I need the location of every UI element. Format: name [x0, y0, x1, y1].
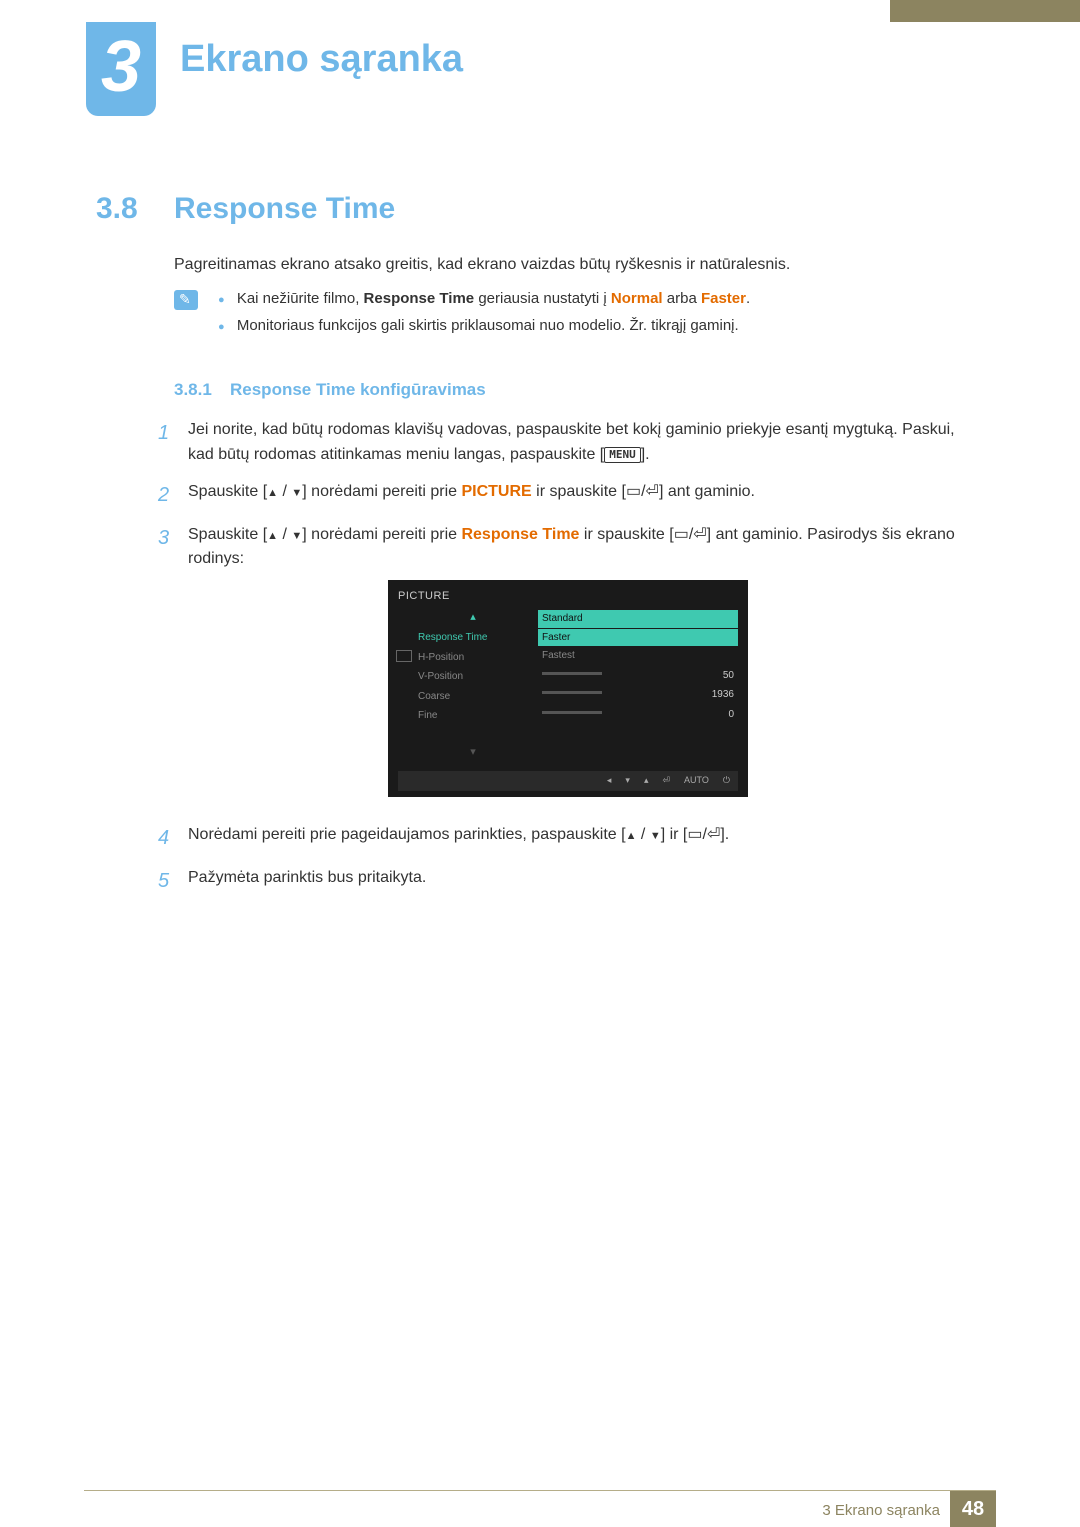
- step-text: ir spauskite [: [532, 483, 626, 500]
- subsection-number: 3.8.1: [174, 380, 212, 400]
- step-number: 3: [158, 523, 188, 811]
- up-icon: ▲: [267, 530, 278, 542]
- osd-option-selected: Faster: [538, 629, 738, 647]
- osd-title: PICTURE: [398, 588, 738, 605]
- osd-value: 1936: [712, 687, 734, 703]
- osd-menu-item: Fine: [418, 708, 528, 724]
- step-highlight: PICTURE: [461, 483, 531, 500]
- note-text: Kai nežiūrite filmo,: [237, 290, 364, 307]
- step-text: ir spauskite [: [579, 526, 673, 543]
- step-text: Jei norite, kad būtų rodomas klavišų vad…: [188, 421, 955, 463]
- select-enter-icon: ▭/⏎: [674, 526, 707, 543]
- step-item: 2 Spauskite [▲ / ▼] norėdami pereiti pri…: [158, 480, 978, 511]
- osd-nav-icon: ▴: [644, 774, 649, 788]
- steps-list: 1 Jei norite, kad būtų rodomas klavišų v…: [158, 418, 978, 909]
- osd-value-row: 0: [538, 705, 738, 725]
- select-enter-icon: ▭/⏎: [687, 826, 720, 843]
- step-item: 4 Norėdami pereiti prie pageidaujamos pa…: [158, 823, 978, 854]
- step-text: Spauskite [: [188, 483, 267, 500]
- up-icon: ▲: [626, 830, 637, 842]
- osd-menu-right: Standard Faster Fastest 50 1936 0: [528, 609, 738, 761]
- step-text: ].: [720, 826, 729, 843]
- note-text: .: [746, 290, 750, 307]
- osd-nav-icon: ⏎: [662, 774, 670, 788]
- step-text: ] norėdami pereiti prie: [302, 483, 461, 500]
- osd-option: Fastest: [538, 647, 738, 665]
- chapter-title: Ekrano sąranka: [180, 38, 463, 81]
- step-text: Norėdami pereiti prie pageidaujamos pari…: [188, 826, 626, 843]
- note-icon: [174, 290, 198, 310]
- note-text: arba: [663, 290, 701, 307]
- page-footer: 3 Ekrano sąranka 48: [0, 1491, 1080, 1527]
- osd-option: Standard: [538, 610, 738, 628]
- section-intro: Pagreitinamas ekrano atsako greitis, kad…: [174, 256, 790, 274]
- note-text: Monitoriaus funkcijos gali skirtis prikl…: [237, 317, 739, 334]
- bullet-icon: ●: [218, 294, 225, 306]
- step-number: 2: [158, 480, 188, 511]
- step-text: Spauskite [: [188, 526, 267, 543]
- step-body: Norėdami pereiti prie pageidaujamos pari…: [188, 823, 978, 854]
- step-number: 4: [158, 823, 188, 854]
- up-arrow-icon: ▴: [418, 609, 528, 626]
- chapter-number-tab: 3: [86, 22, 156, 116]
- note-list: ● Kai nežiūrite filmo, Response Time ger…: [218, 290, 978, 344]
- osd-menu-item: H-Position: [418, 650, 528, 666]
- page-number: 48: [950, 1491, 996, 1527]
- osd-value: 50: [723, 668, 734, 684]
- osd-menu-item: V-Position: [418, 669, 528, 685]
- step-body: Jei norite, kad būtų rodomas klavišų vad…: [188, 418, 978, 468]
- step-text: ] ant gaminio.: [659, 483, 755, 500]
- down-icon: ▼: [291, 530, 302, 542]
- footer-text: 3 Ekrano sąranka: [822, 1502, 940, 1519]
- note-item: ● Monitoriaus funkcijos gali skirtis pri…: [218, 317, 978, 334]
- down-icon: ▼: [650, 830, 661, 842]
- osd-value: 0: [728, 707, 734, 723]
- step-item: 3 Spauskite [▲ / ▼] norėdami pereiti pri…: [158, 523, 978, 811]
- up-icon: ▲: [267, 487, 278, 499]
- step-number: 1: [158, 418, 188, 468]
- step-body: Spauskite [▲ / ▼] norėdami pereiti prie …: [188, 523, 978, 811]
- subsection-title: Response Time konfigūravimas: [230, 380, 486, 400]
- section-title: Response Time: [174, 192, 395, 226]
- power-icon: ⏻: [723, 774, 730, 788]
- osd-auto-label: AUTO: [684, 774, 709, 788]
- osd-screenshot: PICTURE ▴ Response Time H-Position V-Pos…: [388, 580, 748, 797]
- header-accent-bar: [890, 0, 1080, 22]
- bullet-icon: ●: [218, 321, 225, 333]
- step-text: ] ir [: [661, 826, 688, 843]
- osd-menu-left: ▴ Response Time H-Position V-Position Co…: [398, 609, 528, 761]
- step-highlight: Response Time: [461, 526, 579, 543]
- step-item: 5 Pažymėta parinktis bus pritaikyta.: [158, 866, 978, 897]
- down-arrow-icon: ▾: [418, 744, 528, 761]
- menu-button-glyph: MENU: [604, 447, 641, 463]
- note-highlight: Normal: [611, 290, 663, 307]
- note-item: ● Kai nežiūrite filmo, Response Time ger…: [218, 290, 978, 307]
- step-body: Pažymėta parinktis bus pritaikyta.: [188, 866, 978, 897]
- select-enter-icon: ▭/⏎: [626, 483, 659, 500]
- osd-menu-item: Response Time: [418, 630, 528, 646]
- step-text: ].: [641, 446, 650, 463]
- step-text: ] norėdami pereiti prie: [302, 526, 461, 543]
- note-highlight: Faster: [701, 290, 746, 307]
- osd-menu-item: Coarse: [418, 689, 528, 705]
- down-icon: ▼: [291, 487, 302, 499]
- osd-nav-icon: ◂: [607, 774, 612, 788]
- step-body: Spauskite [▲ / ▼] norėdami pereiti prie …: [188, 480, 978, 511]
- monitor-icon: [396, 650, 412, 662]
- osd-value-row: 1936: [538, 685, 738, 705]
- osd-nav-icon: ▾: [625, 774, 630, 788]
- osd-footer: ◂ ▾ ▴ ⏎ AUTO ⏻: [398, 771, 738, 791]
- note-text: geriausia nustatyti į: [474, 290, 611, 307]
- note-bold: Response Time: [364, 290, 475, 307]
- step-number: 5: [158, 866, 188, 897]
- section-number: 3.8: [96, 192, 138, 226]
- osd-value-row: 50: [538, 666, 738, 686]
- step-item: 1 Jei norite, kad būtų rodomas klavišų v…: [158, 418, 978, 468]
